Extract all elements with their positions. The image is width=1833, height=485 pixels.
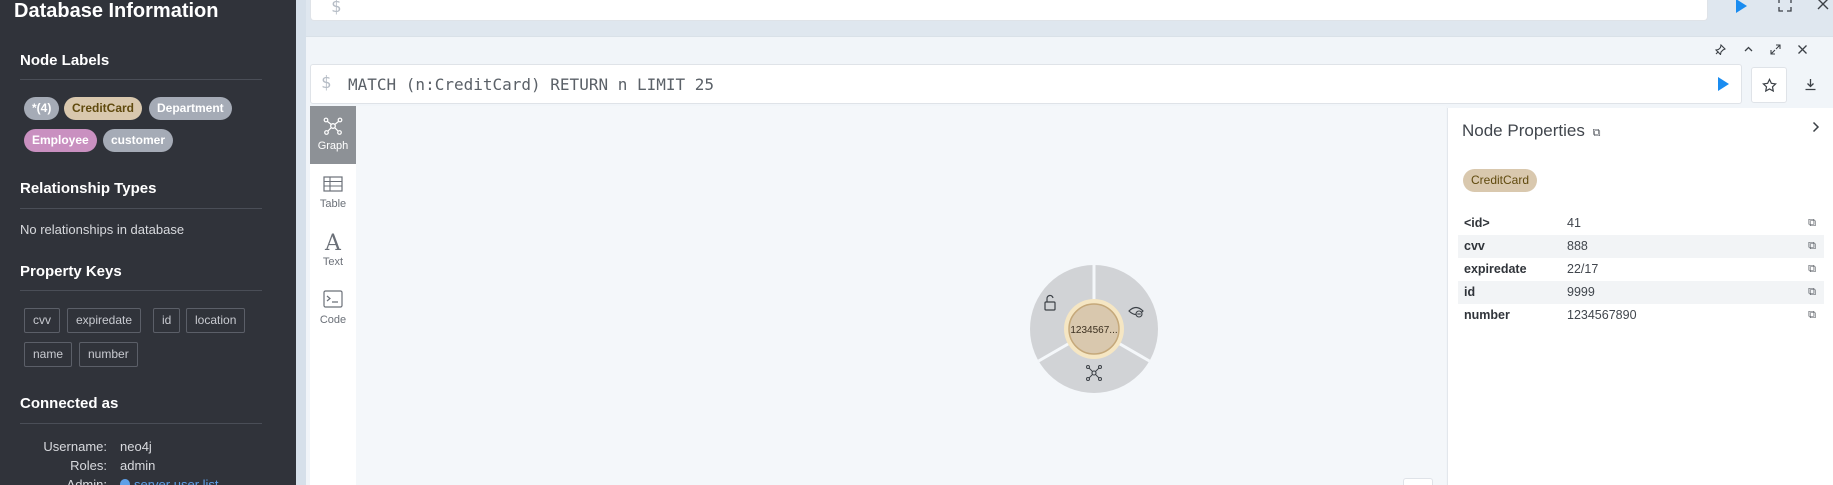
run-button[interactable] [1718, 77, 1729, 91]
query-editor[interactable]: $ MATCH (n:CreditCard) RETURN n LIMIT 25 [310, 64, 1742, 104]
node-properties-title: Node Properties ⧉ [1462, 121, 1600, 141]
property-key-cvv[interactable]: cvv [24, 308, 60, 333]
node-properties-panel: Node Properties ⧉ CreditCard <id> 41 ⧉ c… [1447, 108, 1833, 485]
property-value: 22/17 [1567, 262, 1599, 276]
play-circle-icon [120, 479, 130, 485]
tab-table[interactable]: Table [310, 164, 356, 222]
label-badge-creditcard[interactable]: CreditCard [1463, 169, 1538, 192]
sidebar-title: Database Information [14, 0, 219, 22]
star-icon [1761, 77, 1777, 93]
property-key: cvv [1464, 239, 1485, 253]
copy-icon[interactable]: ⧉ [1808, 281, 1816, 304]
property-row: number 1234567890 ⧉ [1458, 304, 1824, 327]
zoom-control[interactable] [1403, 478, 1433, 485]
download-icon [1805, 79, 1815, 91]
property-key-id[interactable]: id [153, 308, 181, 333]
roles-label: Roles: [70, 458, 107, 473]
roles-value: admin [120, 458, 156, 473]
node-label-department[interactable]: Department [149, 97, 232, 120]
chevron-up-icon[interactable] [1740, 44, 1756, 58]
pin-icon[interactable] [1712, 43, 1728, 58]
property-key-location[interactable]: location [186, 308, 246, 333]
relationship-types-heading: Relationship Types [20, 180, 157, 197]
no-relationships-text: No relationships in database [20, 222, 185, 237]
prompt-symbol: $ [321, 73, 332, 93]
admin-label: Admin: [66, 477, 107, 485]
property-row: <id> 41 ⧉ [1458, 212, 1824, 235]
username-value: neo4j [120, 439, 152, 454]
divider [20, 423, 262, 424]
tab-text[interactable]: A Text [310, 222, 356, 280]
property-key: <id> [1464, 216, 1490, 230]
property-row: expiredate 22/17 ⧉ [1458, 258, 1824, 281]
property-key-number[interactable]: number [79, 342, 138, 367]
sidebar-gap [296, 0, 306, 485]
view-switcher: Graph Table A Text Code [310, 106, 356, 485]
property-value: 1234567890 [1567, 308, 1637, 322]
server-user-list-link[interactable]: server user list [120, 477, 219, 485]
graph-canvas[interactable]: 1234567... [356, 106, 1446, 485]
node-labels-heading: Node Labels [20, 52, 110, 69]
tab-graph[interactable]: Graph [310, 106, 356, 164]
divider [20, 290, 262, 291]
property-key-name[interactable]: name [24, 342, 73, 367]
property-key: expiredate [1464, 262, 1527, 276]
close-icon[interactable] [1794, 44, 1810, 58]
property-value: 9999 [1567, 285, 1595, 299]
node-label-all[interactable]: *(4) [24, 97, 60, 120]
copy-icon[interactable]: ⧉ [1808, 304, 1816, 327]
prompt-symbol: $ [331, 0, 342, 17]
copy-icon[interactable]: ⧉ [1593, 127, 1601, 139]
favorite-button[interactable] [1751, 67, 1787, 103]
run-button[interactable] [1736, 0, 1747, 13]
previous-editor[interactable]: $ [310, 0, 1747, 21]
property-keys-heading: Property Keys [20, 263, 122, 280]
property-value: 888 [1567, 239, 1588, 253]
property-value: 41 [1567, 216, 1581, 230]
database-info-sidebar: Database Information Node Labels *(4) Cr… [0, 0, 296, 485]
copy-icon[interactable]: ⧉ [1808, 212, 1816, 235]
graph-node-creditcard[interactable]: 1234567... [1064, 299, 1124, 359]
node-label-customer[interactable]: customer [103, 129, 174, 152]
username-label: Username: [43, 439, 107, 454]
tab-code-label: Code [319, 314, 347, 326]
divider [20, 208, 262, 209]
code-icon [310, 290, 356, 314]
query-text[interactable]: MATCH (n:CreditCard) RETURN n LIMIT 25 [348, 75, 714, 94]
tab-table-label: Table [319, 198, 347, 210]
tab-graph-label: Graph [317, 140, 349, 152]
property-row: id 9999 ⧉ [1458, 281, 1824, 304]
property-key: id [1464, 285, 1476, 299]
close-icon[interactable] [1813, 0, 1833, 14]
property-key-expiredate[interactable]: expiredate [67, 308, 142, 333]
copy-icon[interactable]: ⧉ [1808, 235, 1816, 258]
node-properties-title-text: Node Properties [1462, 121, 1585, 140]
tab-code[interactable]: Code [310, 280, 356, 338]
node-label-employee[interactable]: Employee [24, 129, 97, 152]
property-row: cvv 888 ⧉ [1458, 235, 1824, 258]
text-icon: A [325, 231, 341, 256]
copy-icon[interactable]: ⧉ [1808, 258, 1816, 281]
table-icon [310, 174, 356, 198]
property-key: number [1464, 308, 1510, 322]
graph-icon [310, 116, 356, 140]
previous-frame: $ [310, 0, 1833, 25]
node-caption: 1234567... [1070, 325, 1117, 336]
connected-as-heading: Connected as [20, 395, 119, 412]
fullscreen-icon[interactable] [1775, 0, 1795, 15]
tab-text-label: Text [322, 256, 344, 268]
divider [20, 79, 262, 80]
result-frame: $ MATCH (n:CreditCard) RETURN n LIMIT 25… [306, 36, 1833, 485]
download-button[interactable] [1792, 67, 1828, 103]
collapse-panel-icon[interactable] [1811, 120, 1821, 138]
node-label-creditcard[interactable]: CreditCard [64, 97, 143, 120]
server-user-list-label: server user list [134, 477, 219, 485]
expand-icon[interactable] [1767, 44, 1783, 58]
